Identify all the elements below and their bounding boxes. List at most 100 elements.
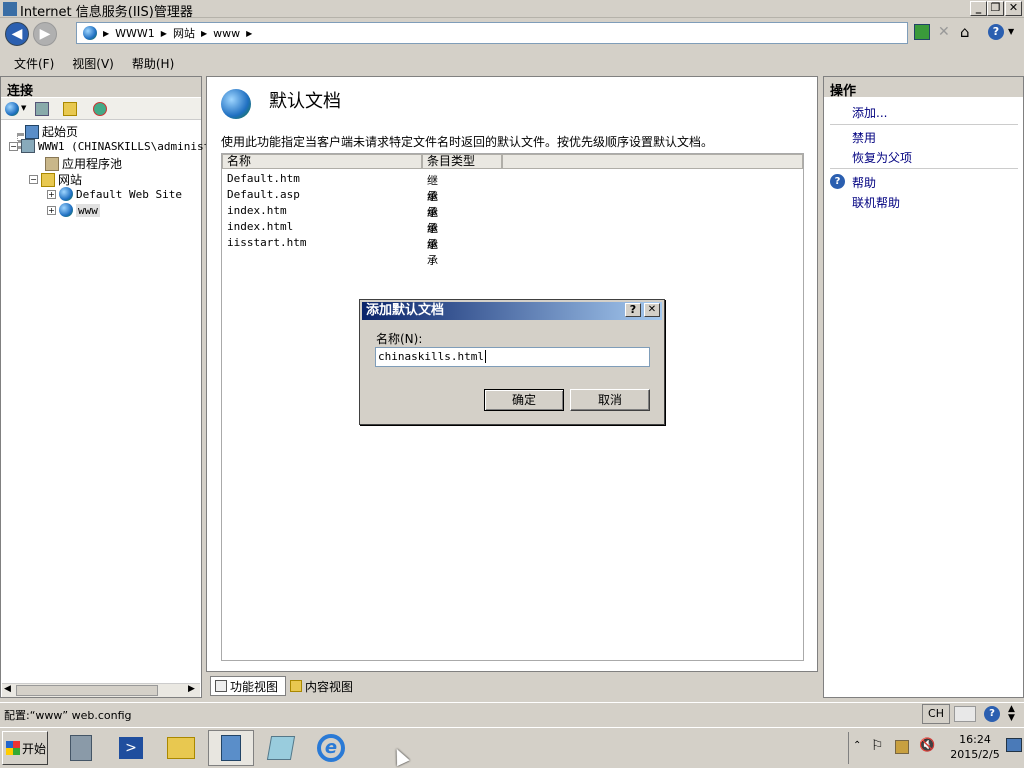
cancel-button[interactable]: 取消: [570, 389, 650, 411]
text-caret: [484, 350, 486, 363]
menu-file[interactable]: 文件(F): [14, 55, 54, 72]
action-disable[interactable]: 禁用: [852, 129, 876, 146]
action-online-help[interactable]: 联机帮助: [852, 194, 900, 211]
doc-name: Default.asp: [227, 188, 300, 201]
list-item[interactable]: Default.htm 继承: [227, 172, 438, 203]
breadcrumb-sites[interactable]: 网站: [173, 25, 195, 41]
internet-explorer-icon[interactable]: e: [308, 730, 354, 766]
expand-icon[interactable]: +: [47, 189, 56, 199]
tree-sites[interactable]: − 网站: [29, 171, 82, 188]
start-page-icon: [25, 124, 39, 139]
address-bar[interactable]: ▶ WWW1 ▶ 网站 ▶ www ▶: [76, 22, 908, 44]
refresh-icon[interactable]: [914, 24, 930, 40]
action-add[interactable]: 添加...: [852, 104, 887, 121]
save-icon[interactable]: [35, 102, 49, 116]
horizontal-scrollbar[interactable]: ◀ ▶: [2, 683, 200, 697]
iis-manager-taskbar-icon[interactable]: [208, 730, 254, 766]
site-globe-icon: [59, 187, 73, 201]
ok-button[interactable]: 确定: [484, 389, 564, 411]
show-hidden-icons-icon[interactable]: ⌃: [853, 740, 861, 751]
list-item[interactable]: iisstart.htm 继承: [227, 236, 438, 267]
network-icon[interactable]: [895, 740, 909, 754]
tree-site-www[interactable]: + www: [47, 203, 100, 217]
close-button[interactable]: ✕: [1005, 1, 1022, 16]
connections-header: 连接: [1, 77, 201, 99]
breadcrumb-server[interactable]: WWW1: [115, 27, 155, 40]
globe-icon: [83, 26, 97, 40]
tree-label: Default Web Site: [76, 187, 182, 201]
clock-date: 2015/2/5: [950, 748, 1000, 761]
column-header-name[interactable]: 名称: [222, 154, 422, 169]
home-icon[interactable]: ⌂: [960, 23, 978, 41]
tree-app-pools[interactable]: 应用程序池: [45, 155, 122, 172]
connect-icon[interactable]: [5, 102, 19, 116]
breadcrumb-separator-icon: ▶: [160, 28, 167, 38]
name-input[interactable]: chinaskills.html: [375, 347, 650, 367]
column-header-type[interactable]: 条目类型: [422, 154, 502, 169]
list-item[interactable]: Default.asp 继承: [227, 188, 438, 219]
back-arrow-icon[interactable]: ◀: [5, 22, 29, 46]
action-revert[interactable]: 恢复为父项: [852, 149, 912, 166]
tree-label: www: [76, 203, 100, 217]
tree-start-page[interactable]: 起始页: [25, 123, 78, 140]
help-icon[interactable]: ?: [984, 706, 1000, 722]
breadcrumb-separator-icon: ▶: [246, 28, 253, 38]
show-desktop-icon[interactable]: [1006, 738, 1022, 752]
feature-description: 使用此功能指定当客户端未请求特定文件名时返回的默认文件。按优先级顺序设置默认文档…: [221, 135, 714, 149]
windows-logo-icon: [6, 741, 20, 755]
clock[interactable]: 16:24 2015/2/5: [945, 732, 1005, 762]
page-title: 默认文档: [269, 91, 341, 112]
collapse-icon[interactable]: −: [9, 141, 18, 151]
menu-view[interactable]: 视图(V): [72, 55, 114, 72]
expand-icon[interactable]: +: [47, 205, 56, 215]
status-text: 配置:“www” web.config: [4, 709, 132, 722]
keyboard-icon[interactable]: [954, 706, 976, 722]
tab-label: 功能视图: [230, 679, 279, 694]
breadcrumb-separator-icon: ▶: [200, 28, 208, 38]
restore-button[interactable]: ❐: [987, 1, 1004, 16]
notepad-icon[interactable]: [258, 730, 304, 766]
list-item[interactable]: index.htm 继承: [227, 204, 438, 235]
add-default-document-dialog: 添加默认文档 ? ✕ 名称(N): chinaskills.html 确定 取消: [359, 299, 665, 425]
server-manager-icon[interactable]: [58, 730, 104, 766]
dialog-title: 添加默认文档: [362, 302, 662, 320]
scroll-left-icon[interactable]: ◀: [4, 684, 11, 694]
scroll-right-icon[interactable]: ▶: [188, 684, 195, 694]
action-help[interactable]: 帮助: [852, 174, 876, 191]
tree-site-default[interactable]: + Default Web Site: [47, 187, 182, 201]
doc-name: iisstart.htm: [227, 236, 307, 249]
minimize-button[interactable]: _: [970, 1, 987, 16]
tab-features-view[interactable]: 功能视图: [210, 676, 286, 696]
breadcrumb-www[interactable]: www: [213, 27, 240, 40]
options-icon[interactable]: ▲ ▼: [1008, 705, 1015, 723]
powershell-icon[interactable]: >: [108, 730, 154, 766]
collapse-icon[interactable]: −: [29, 175, 38, 184]
folder-up-icon[interactable]: [63, 102, 77, 116]
divider: [830, 168, 1018, 169]
action-center-flag-icon[interactable]: ⚐: [871, 738, 884, 754]
column-header-filler: [502, 154, 803, 169]
help-dropdown-icon[interactable]: ▼: [1008, 27, 1014, 36]
language-indicator[interactable]: CH: [922, 704, 950, 724]
tab-content-view[interactable]: 内容视图: [288, 676, 366, 696]
dropdown-icon[interactable]: ▼: [21, 104, 26, 112]
menu-help[interactable]: 帮助(H): [132, 55, 174, 72]
scroll-thumb[interactable]: [16, 685, 158, 696]
list-item[interactable]: index.html 继承: [227, 220, 438, 251]
explorer-folder-icon[interactable]: [158, 730, 204, 766]
volume-muted-icon[interactable]: 🔇: [919, 738, 935, 753]
help-icon[interactable]: ?: [988, 24, 1004, 40]
sites-folder-icon: [41, 172, 55, 187]
disconnect-icon[interactable]: [93, 102, 107, 116]
forward-arrow-icon[interactable]: ▶: [33, 22, 57, 46]
dialog-help-button[interactable]: ?: [625, 303, 641, 317]
features-view-icon: [215, 680, 227, 692]
tree-label: 起始页: [42, 125, 79, 139]
status-bar: 配置:“www” web.config CH ? ▲ ▼: [0, 702, 1024, 724]
iis-app-icon: [3, 2, 17, 16]
stop-icon[interactable]: ✕: [938, 24, 954, 40]
tree-server[interactable]: − WWW1 (CHINASKILLS\administ: [9, 139, 210, 153]
start-button[interactable]: 开始: [2, 731, 48, 765]
dialog-close-button[interactable]: ✕: [644, 303, 660, 317]
title-bar: Internet 信息服务(IIS)管理器 _ ❐ ✕: [0, 0, 1024, 20]
